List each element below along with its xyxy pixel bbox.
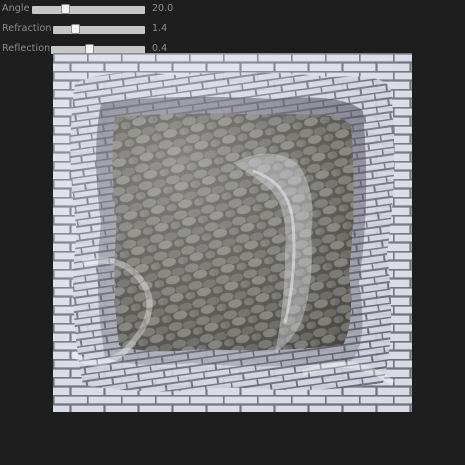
refraction-value: 1.4 bbox=[152, 23, 168, 34]
sky-reflection bbox=[53, 53, 412, 412]
angle-label: Angle bbox=[2, 3, 30, 14]
angle-slider-thumb[interactable] bbox=[61, 4, 70, 14]
refraction-slider[interactable] bbox=[53, 24, 145, 34]
angle-slider[interactable] bbox=[32, 4, 145, 14]
refraction-label: Refraction bbox=[2, 23, 52, 34]
angle-value: 20.0 bbox=[152, 3, 174, 14]
angle-control: Angle 20.0 bbox=[0, 2, 180, 18]
refraction-control: Refraction 1.4 bbox=[0, 22, 180, 38]
reflection-label: Reflection bbox=[2, 43, 51, 54]
water-scene bbox=[53, 53, 412, 412]
render-viewport[interactable] bbox=[53, 53, 412, 412]
refraction-slider-thumb[interactable] bbox=[71, 24, 80, 34]
